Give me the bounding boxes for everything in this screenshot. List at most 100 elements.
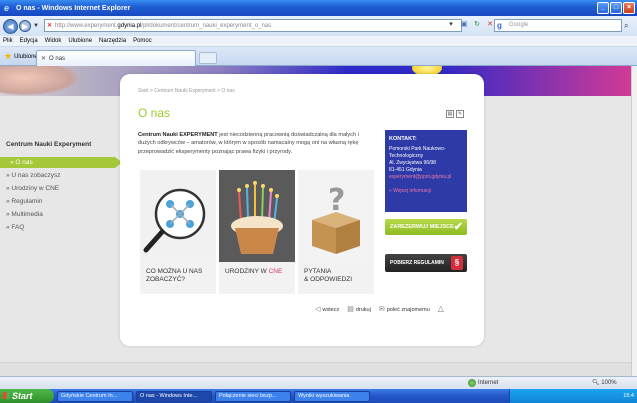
menu-file[interactable]: Plik xyxy=(3,38,13,44)
vertical-scrollbar[interactable] xyxy=(631,66,637,376)
contact-email[interactable]: experyment@ppnt.gdynia.pl xyxy=(389,174,463,181)
check-icon: ✔ xyxy=(453,221,463,233)
recommend-link[interactable]: ✉ poleć znajomemu xyxy=(379,305,430,313)
start-button[interactable]: Start xyxy=(0,389,54,403)
favorites-bar: ★ Ulubione ✕ O nas xyxy=(0,47,637,66)
forward-button[interactable]: ▶ xyxy=(19,20,31,32)
tile-2-line-1: URODZINY W xyxy=(225,268,269,275)
menu-favorites[interactable]: Ulubione xyxy=(68,38,92,44)
dropdown-icon[interactable]: ▾ xyxy=(446,20,456,30)
tab-o-nas[interactable]: ✕ O nas xyxy=(36,50,196,66)
favorites-label: Ulubione xyxy=(14,53,38,60)
tile-3-line-2: & ODPOWIEDZI xyxy=(304,275,353,283)
window-title: O nas - Windows Internet Explorer xyxy=(16,4,131,12)
window-title-bar: e O nas - Windows Internet Explorer _ □ … xyxy=(0,0,637,16)
tile-faq[interactable]: ? PYTANIA & ODPOWIEDZI xyxy=(298,170,374,294)
tile-magnifier-image xyxy=(140,170,216,262)
reserve-button[interactable]: ZAREZERWUJ MIEJSCE ✔ xyxy=(385,219,467,235)
tile-1-line-1: CO MOŻNA U NAS xyxy=(146,268,203,275)
menu-bar: Plik Edycja Widok Ulubione Narzędzia Pom… xyxy=(0,36,637,47)
contact-box: KONTAKT: Pomorski Park Naukowo- Technolo… xyxy=(385,130,467,212)
taskbar-item-1[interactable]: Gdyńskie Centrum In... xyxy=(57,390,133,402)
windows-flag-icon xyxy=(3,392,10,399)
search-icon[interactable]: ⌕ xyxy=(624,21,628,31)
menu-tools[interactable]: Narzędzia xyxy=(99,38,126,44)
minimize-button[interactable]: _ xyxy=(597,2,609,14)
intro-bold: Centrum Nauki EXPERYMENT xyxy=(138,132,218,138)
history-dropdown-icon[interactable]: ▼ xyxy=(33,23,39,29)
page-title: O nas xyxy=(138,106,171,120)
breadcrumb[interactable]: Start > Centrum Nauki Experyment > O nas xyxy=(138,88,235,94)
print-icon[interactable]: ▤ xyxy=(446,110,454,118)
zoom-label: 100% xyxy=(601,380,617,386)
contact-line-1: Pomorski Park Naukowo- xyxy=(389,146,446,152)
back-link-label: wstecz xyxy=(322,306,340,313)
tab-close-icon[interactable]: ✕ xyxy=(41,55,46,62)
taskbar-item-2[interactable]: O nas - Windows Inte... xyxy=(136,390,212,402)
compatibility-icon[interactable]: ▣ xyxy=(459,20,469,30)
zoom-level[interactable]: 🔍︎ 100% xyxy=(592,379,617,386)
scroll-top-icon[interactable]: △ xyxy=(438,304,444,313)
contact-line-2: Technologiczny xyxy=(389,153,424,159)
sidebar-item-multimedia[interactable]: » Multimedia xyxy=(6,211,43,218)
tile-faq-label: PYTANIA & ODPOWIEDZI xyxy=(304,268,352,283)
system-tray: 15:4 xyxy=(509,389,637,403)
sidebar-item-regulamin[interactable]: » Regulamin xyxy=(6,198,43,205)
taskbar-item-3[interactable]: Połączenie sieci bezp... xyxy=(215,390,291,402)
new-tab-button[interactable] xyxy=(199,52,217,64)
print-link-label: drukuj xyxy=(355,306,371,313)
page-icon: ✕ xyxy=(47,23,53,29)
page-viewport: Centrum Nauki Experyment » O nas » U nas… xyxy=(0,66,631,376)
rules-label: POBIERZ REGULAMIN xyxy=(390,260,444,266)
tile-birthday[interactable]: URODZINY W CNE xyxy=(219,170,295,294)
address-tools: ▾ ▣ ↻ ✕ xyxy=(446,20,495,30)
page-footer xyxy=(0,362,631,376)
tile-what-to-see[interactable]: CO MOŻNA U NAS ZOBACZYĆ? xyxy=(140,170,216,294)
title-tools: ▤ ✎ xyxy=(446,110,464,118)
recommend-icon: ✉ xyxy=(378,305,385,313)
sidebar-item-urodziny[interactable]: » Urodziny w CNE xyxy=(6,185,59,192)
menu-view[interactable]: Widok xyxy=(45,38,62,44)
recommend-link-label: poleć znajomemu xyxy=(386,306,430,313)
sidebar: Centrum Nauki Experyment » O nas » U nas… xyxy=(0,96,130,376)
print-link[interactable]: ▤ drukuj xyxy=(347,305,371,313)
url-path: /pl/dokument/centrum_nauki_experyment_o_… xyxy=(141,22,272,29)
clock[interactable]: 15:4 xyxy=(623,393,634,399)
contact-line-3: Al. Zwycięstwa 96/98 xyxy=(389,160,436,166)
tile-cake-image xyxy=(219,170,295,262)
status-bar: Internet 🔍︎ 100% xyxy=(0,376,637,389)
tile-birthday-label: URODZINY W CNE xyxy=(225,268,282,276)
tiles-row: CO MOŻNA U NAS ZOBACZYĆ? URODZINY W CNE … xyxy=(140,170,375,294)
address-input[interactable]: ✕ http://www.experyment. gdynia.pl/pl/dok… xyxy=(44,19,462,32)
refresh-icon[interactable]: ↻ xyxy=(472,20,482,30)
taskbar-item-4[interactable]: Wyniki wyszukiwania xyxy=(294,390,370,402)
url-prefix: http://www.experyment. xyxy=(55,22,118,29)
globe-icon xyxy=(468,379,476,387)
pdf-icon: § xyxy=(451,256,463,270)
back-arrow-icon: ◁ xyxy=(315,305,321,313)
comment-icon[interactable]: ✎ xyxy=(456,110,464,118)
ie-logo-icon: e xyxy=(4,2,10,13)
download-rules-button[interactable]: POBIERZ REGULAMIN § xyxy=(385,254,467,272)
sidebar-title: Centrum Nauki Experyment xyxy=(6,141,92,148)
sidebar-item-faq[interactable]: » FAQ xyxy=(6,224,24,231)
close-button[interactable]: × xyxy=(623,2,635,14)
maximize-button[interactable]: □ xyxy=(610,2,622,14)
security-zone[interactable]: Internet xyxy=(468,379,498,387)
printer-icon: ▤ xyxy=(347,305,354,313)
back-link[interactable]: ◁ wstecz xyxy=(315,305,339,313)
address-toolbar: ◀ ▶ ▼ ✕ http://www.experyment. gdynia.pl /… xyxy=(0,16,637,36)
back-button[interactable]: ◀ xyxy=(3,18,18,34)
search-input[interactable]: g Google xyxy=(494,19,622,32)
more-info-link[interactable]: » Więcej informacji xyxy=(389,188,463,195)
tile-2-highlight: CNE xyxy=(268,268,283,275)
menu-edit[interactable]: Edycja xyxy=(20,38,38,44)
sidebar-item-o-nas[interactable]: » O nas xyxy=(0,157,122,168)
tile-1-line-2: ZOBACZYĆ? xyxy=(146,275,186,283)
sidebar-item-u-nas-zobaczysz[interactable]: » U nas zobaczysz xyxy=(6,172,61,179)
menu-help[interactable]: Pomoc xyxy=(133,38,152,44)
svg-text:?: ? xyxy=(328,183,345,218)
start-label: Start xyxy=(12,391,33,401)
window-controls: _ □ × xyxy=(597,2,635,14)
favorites-button[interactable]: ★ Ulubione xyxy=(4,51,38,62)
